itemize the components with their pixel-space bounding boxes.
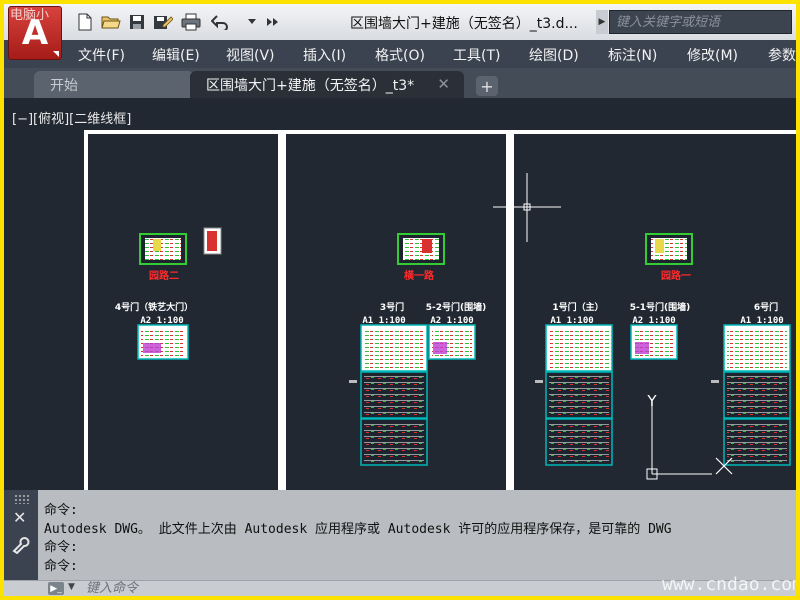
menu-tools[interactable]: 工具(T) — [453, 45, 500, 65]
sheet-title: 5-2号门(围墙) — [426, 301, 487, 313]
drawing-sheet-a2 — [137, 324, 189, 360]
command-window: ✕ 命令: Autodesk DWG。 此文件上次由 Autodesk 应用程序… — [4, 490, 796, 596]
menu-insert[interactable]: 插入(I) — [303, 45, 346, 65]
wrench-icon[interactable] — [11, 534, 31, 558]
sheet-title: 6号门 — [754, 301, 778, 313]
close-icon[interactable]: ✕ — [13, 508, 26, 527]
search-input[interactable] — [610, 11, 791, 33]
ucs-icon: Y — [646, 392, 733, 480]
leader-mark — [349, 380, 357, 383]
save-icon[interactable] — [126, 11, 148, 33]
command-input[interactable] — [86, 581, 486, 596]
print-icon[interactable] — [180, 11, 202, 33]
search-box[interactable] — [609, 10, 792, 34]
tab-start-label: 开始 — [50, 77, 78, 94]
menu-bar: 文件(F) 编辑(E) 视图(V) 插入(I) 格式(O) 工具(T) 绘图(D… — [4, 40, 796, 68]
tab-start[interactable]: 开始 — [34, 71, 194, 98]
crosshair-cursor — [493, 173, 561, 242]
menu-parameters[interactable]: 参数 — [768, 45, 796, 65]
close-tab-icon[interactable]: ✕ — [437, 75, 450, 93]
sheet-title: 4号门（铁艺大门） — [115, 301, 193, 313]
drawing-sheet-a2 — [630, 324, 678, 360]
menu-view[interactable]: 视图(V) — [226, 45, 275, 65]
sheet-title: 3号门 — [380, 301, 404, 313]
viewport-controls[interactable]: [−][俯视][二维线框] — [12, 108, 131, 127]
undo-icon[interactable] — [210, 11, 232, 33]
open-icon[interactable] — [100, 11, 122, 33]
recent-commands-dropdown-icon[interactable]: ▼ — [68, 582, 75, 592]
model-space-canvas[interactable]: 园路二 4号门（铁艺大门） A2 1:100 横一路 3号门 A1 1:100 … — [4, 98, 796, 490]
green-key-plan — [139, 233, 187, 265]
tab-drawing-label: 区围墙大门+建施（无签名）_t3* — [206, 77, 415, 94]
more-icon[interactable] — [266, 11, 280, 33]
menu-file[interactable]: 文件(F) — [78, 45, 125, 65]
command-prompt-icon[interactable]: ▶_ — [48, 582, 64, 595]
drawing-sheet-a1-stack — [723, 324, 791, 466]
section-label: 园路二 — [149, 269, 179, 282]
green-key-plan — [645, 233, 693, 265]
menu-modify[interactable]: 修改(M) — [687, 45, 738, 65]
drawing-sheet-a2 — [428, 324, 476, 360]
file-tab-bar: 开始 区围墙大门+建施（无签名）_t3* ✕ + — [4, 68, 796, 98]
tab-drawing[interactable]: 区围墙大门+建施（无签名）_t3* ✕ — [190, 71, 464, 98]
leader-mark — [535, 380, 543, 383]
title-bar: A 电脑小 区围墙大门+建施（无签名）_t3.d... ▶ — [4, 4, 796, 60]
drawing-sheet-a1-stack — [360, 324, 428, 466]
small-detail-sheet — [203, 227, 222, 255]
search-expand-icon[interactable]: ▶ — [596, 10, 608, 34]
menu-format[interactable]: 格式(O) — [375, 45, 425, 65]
leader-mark — [711, 380, 719, 383]
document-title: 区围墙大门+建施（无签名）_t3.d... — [350, 16, 578, 32]
drawing-area[interactable]: 园路二 4号门（铁艺大门） A2 1:100 横一路 3号门 A1 1:100 … — [4, 98, 796, 490]
watermark-top: 电脑小 — [10, 8, 50, 23]
menu-dimension[interactable]: 标注(N) — [608, 45, 657, 65]
undo-dropdown-icon[interactable] — [246, 11, 258, 33]
command-history: 命令: Autodesk DWG。 此文件上次由 Autodesk 应用程序或 … — [44, 502, 796, 576]
autocad-window: A 电脑小 区围墙大门+建施（无签名）_t3.d... ▶ 键入关键字或短语 文… — [4, 4, 796, 596]
drag-grip-icon[interactable] — [14, 494, 30, 504]
drawing-sheet-a1-stack — [545, 324, 613, 466]
command-line: 命令: — [44, 540, 78, 555]
new-icon[interactable] — [74, 11, 96, 33]
logo-corner-marker — [53, 51, 59, 57]
command-line: Autodesk DWG。 此文件上次由 Autodesk 应用程序或 Auto… — [44, 521, 672, 537]
ucs-y-label: Y — [646, 392, 657, 410]
section-label: 横一路 — [404, 269, 435, 282]
green-key-plan — [397, 233, 445, 265]
menu-draw[interactable]: 绘图(D) — [529, 45, 579, 65]
sheet-title: 5-1号门(围墙) — [630, 301, 691, 313]
command-window-sidebar: ✕ — [4, 490, 38, 580]
menu-edit[interactable]: 编辑(E) — [152, 45, 200, 65]
sheet-title: 1号门（主） — [552, 301, 603, 313]
save-as-icon[interactable] — [152, 11, 174, 33]
new-tab-button[interactable]: + — [476, 76, 498, 96]
site-watermark: www.cndao.com — [662, 574, 796, 595]
section-label: 园路一 — [661, 269, 691, 282]
command-line: 命令: — [44, 503, 78, 518]
